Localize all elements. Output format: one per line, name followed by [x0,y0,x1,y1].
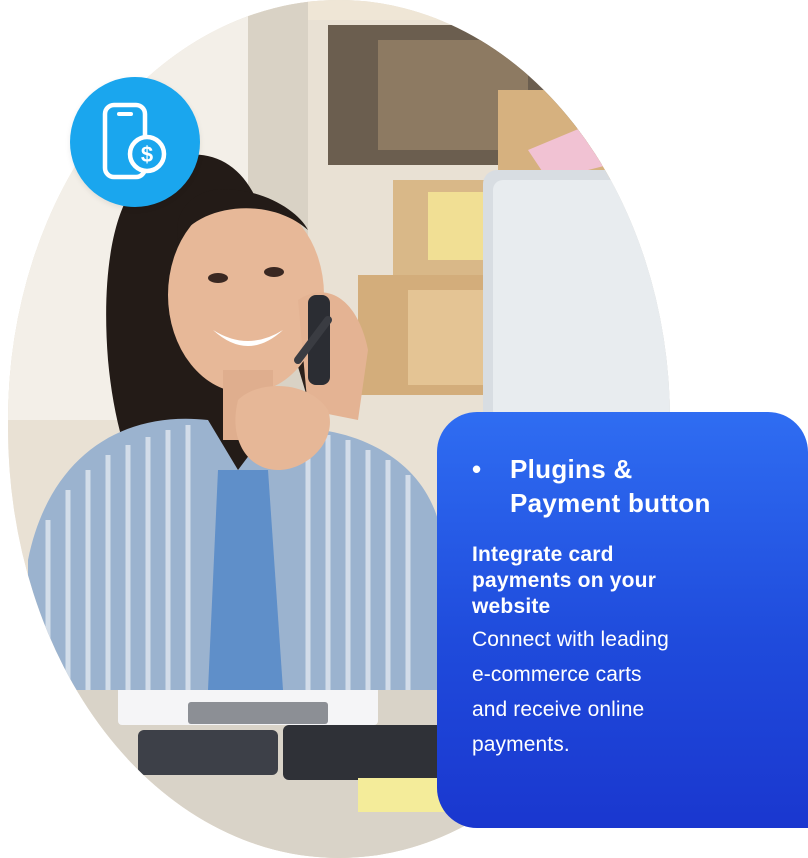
title-line-1: Plugins & [510,454,633,484]
body-line-2: e-commerce carts [472,663,642,686]
body-line-4: payments. [472,733,570,756]
title-line-2: Payment button [510,488,711,518]
subtitle-line-2: payments on your [472,569,657,592]
subtitle-line-1: Integrate card [472,543,614,566]
feature-card: • Plugins & Payment button Integrate car… [437,412,808,828]
svg-text:$: $ [141,142,153,167]
feature-title-text: Plugins & Payment button [510,452,711,520]
subtitle-line-3: website [472,595,551,618]
body-line-1: Connect with leading [472,628,669,651]
phone-payment-icon: $ [70,77,200,207]
body-line-3: and receive online [472,698,645,721]
feature-description: Connect with leading e-commerce carts an… [472,622,774,762]
feature-subtitle: Integrate card payments on your website [472,542,774,620]
feature-section: $ • Plugins & Payment button Integrate c… [0,0,808,858]
bullet-marker: • [472,454,482,484]
feature-title: • Plugins & Payment button [472,452,774,520]
phone-dollar-icon: $ [102,102,167,180]
